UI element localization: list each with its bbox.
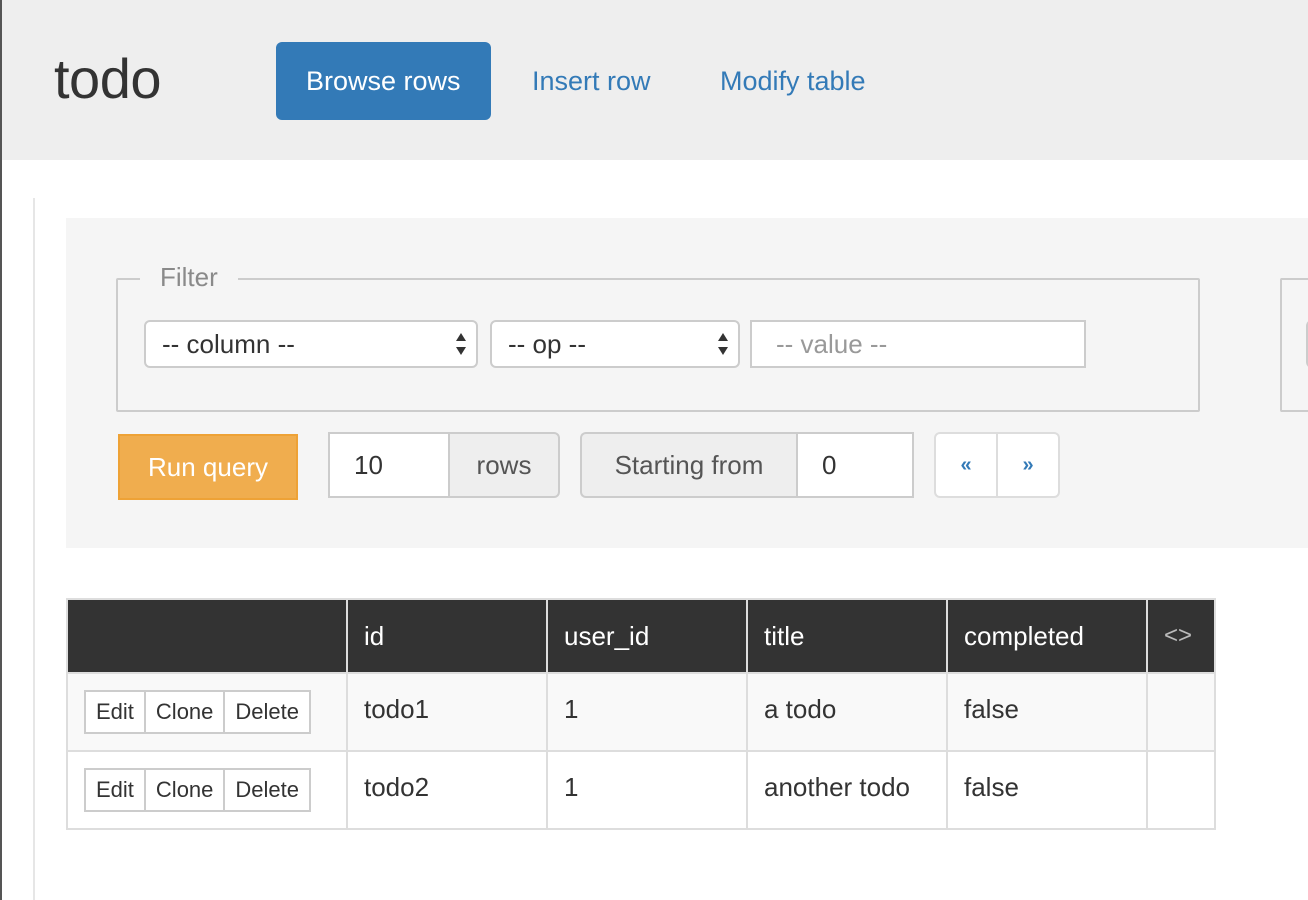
column-toggle-icon[interactable]: <> <box>1146 598 1216 674</box>
filter-value-input[interactable]: -- value -- <box>750 320 1086 368</box>
cell-user-id: 1 <box>546 672 748 752</box>
offset-input[interactable]: 0 <box>796 432 914 498</box>
pager: « » <box>934 432 1060 498</box>
column-select-value: -- column -- <box>162 329 295 359</box>
cell-completed: false <box>946 672 1148 752</box>
cell-title: another todo <box>746 750 948 830</box>
filter-fieldset: Filter -- column -- -- op -- -- value -- <box>116 262 1200 412</box>
results-table: id user_id title completed <> Edit Clone… <box>66 598 1216 830</box>
column-select[interactable]: -- column -- <box>144 320 478 368</box>
next-page-button[interactable]: » <box>998 432 1060 498</box>
table-row: Edit Clone Delete todo1 1 a todo false <box>66 672 1216 752</box>
run-query-button[interactable]: Run query <box>118 434 298 500</box>
offset-input-group: Starting from 0 <box>580 432 914 498</box>
cell-empty <box>1146 750 1216 830</box>
delete-button[interactable]: Delete <box>223 690 311 734</box>
op-select-value: -- op -- <box>508 329 586 359</box>
clone-button[interactable]: Clone <box>143 768 226 812</box>
cell-user-id: 1 <box>546 750 748 830</box>
table-header-row: id user_id title completed <> <box>66 598 1216 674</box>
cell-id: todo1 <box>346 672 548 752</box>
cell-id: todo2 <box>346 750 548 830</box>
select-arrows-icon <box>456 333 466 355</box>
table-title: todo <box>54 47 162 110</box>
clone-button[interactable]: Clone <box>143 690 226 734</box>
row-actions-cell: Edit Clone Delete <box>66 750 348 830</box>
row-actions-cell: Edit Clone Delete <box>66 672 348 752</box>
table-row: Edit Clone Delete todo2 1 another todo f… <box>66 750 1216 830</box>
edit-button[interactable]: Edit <box>84 768 146 812</box>
offset-addon: Starting from <box>580 432 796 498</box>
edit-button[interactable]: Edit <box>84 690 146 734</box>
prev-page-button[interactable]: « <box>934 432 998 498</box>
column-header-completed[interactable]: completed <box>946 598 1148 674</box>
tab-modify-table[interactable]: Modify table <box>690 42 896 120</box>
tab-browse-rows[interactable]: Browse rows <box>276 42 491 120</box>
limit-input[interactable]: 10 <box>328 432 448 498</box>
column-header-user-id[interactable]: user_id <box>546 598 748 674</box>
delete-button[interactable]: Delete <box>223 768 311 812</box>
limit-addon: rows <box>448 432 560 498</box>
limit-input-group: 10 rows <box>328 432 560 498</box>
column-header-title[interactable]: title <box>746 598 948 674</box>
row-actions: Edit Clone Delete <box>84 768 346 812</box>
tab-insert-row[interactable]: Insert row <box>502 42 681 120</box>
order-fieldset <box>1280 278 1308 412</box>
cell-completed: false <box>946 750 1148 830</box>
column-header-actions <box>66 598 348 674</box>
table-header: todo Browse rows Insert row Modify table <box>2 0 1308 160</box>
row-actions: Edit Clone Delete <box>84 690 346 734</box>
cell-title: a todo <box>746 672 948 752</box>
select-arrows-icon <box>718 333 728 355</box>
column-header-id[interactable]: id <box>346 598 548 674</box>
cell-empty <box>1146 672 1216 752</box>
op-select[interactable]: -- op -- <box>490 320 740 368</box>
page: todo Browse rows Insert row Modify table… <box>0 0 1308 900</box>
filter-legend: Filter <box>140 262 238 293</box>
content-divider <box>33 198 35 900</box>
